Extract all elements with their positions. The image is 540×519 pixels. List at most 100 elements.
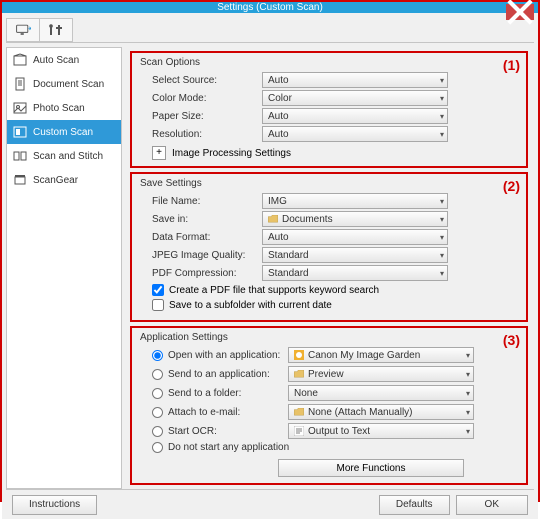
pdf-compression-label: PDF Compression: [152,268,262,279]
tools-icon [48,23,64,37]
close-icon [506,0,534,26]
more-functions-button[interactable]: More Functions [278,459,464,477]
jpeg-quality-label: JPEG Image Quality: [152,250,262,261]
start-ocr-radio[interactable] [152,426,163,437]
chevron-down-icon: ▾ [440,112,444,121]
resolution-label: Resolution: [152,129,262,140]
subfolder-label: Save to a subfolder with current date [169,300,332,311]
send-to-app-dropdown[interactable]: Preview ▾ [288,366,474,382]
do-not-start-label: Do not start any application [168,442,289,453]
app-icon [294,350,304,360]
window-title: Settings (Custom Scan) [217,2,323,13]
scan-options-title: Scan Options [140,57,520,68]
text-icon [294,426,304,436]
custom-scan-icon [13,125,27,139]
main-panel: (1) Scan Options Select Source: Auto▾ Co… [122,47,534,489]
close-button[interactable] [506,4,534,20]
color-mode-dropdown[interactable]: Color▾ [262,90,448,106]
attach-email-label: Attach to e-mail: [168,407,288,418]
chevron-down-icon: ▾ [440,215,444,224]
chevron-down-icon: ▾ [466,370,470,379]
application-settings-title: Application Settings [140,332,520,343]
open-with-app-radio[interactable] [152,350,163,361]
sidebar-item-label: Document Scan [33,79,104,90]
auto-scan-icon [13,53,27,67]
select-source-dropdown[interactable]: Auto▾ [262,72,448,88]
defaults-button[interactable]: Defaults [379,495,450,515]
send-to-folder-dropdown[interactable]: None▾ [288,385,474,401]
open-with-app-label: Open with an application: [168,350,288,361]
title-bar: Settings (Custom Scan) [2,2,538,13]
save-settings-title: Save Settings [140,178,520,189]
chevron-down-icon: ▾ [440,251,444,260]
sidebar-item-label: Scan and Stitch [33,151,103,162]
document-scan-icon [13,77,27,91]
pdf-compression-dropdown[interactable]: Standard▾ [262,265,448,281]
sidebar-item-scangear[interactable]: ScanGear [7,168,121,192]
send-to-folder-radio[interactable] [152,388,163,399]
keyword-search-label: Create a PDF file that supports keyword … [169,285,379,296]
start-ocr-dropdown[interactable]: Output to Text ▾ [288,423,474,439]
sidebar: Auto Scan Document Scan Photo Scan Custo… [6,47,122,489]
region-marker-1: (1) [503,57,520,73]
sidebar-item-label: Photo Scan [33,103,85,114]
open-with-app-dropdown[interactable]: Canon My Image Garden ▾ [288,347,474,363]
application-settings-group: (3) Application Settings Open with an ap… [130,326,528,485]
chevron-down-icon: ▾ [466,389,470,398]
top-tabs [6,17,534,43]
data-format-dropdown[interactable]: Auto▾ [262,229,448,245]
sidebar-item-custom-scan[interactable]: Custom Scan [7,120,121,144]
footer-bar: Instructions Defaults OK [6,489,534,519]
photo-scan-icon [13,101,27,115]
attach-email-radio[interactable] [152,407,163,418]
sidebar-item-label: Custom Scan [33,127,93,138]
folder-icon [294,408,304,416]
keyword-search-checkbox[interactable] [152,284,164,296]
chevron-down-icon: ▾ [440,197,444,206]
ok-button[interactable]: OK [456,495,528,515]
chevron-down-icon: ▾ [466,408,470,417]
region-marker-3: (3) [503,332,520,348]
region-marker-2: (2) [503,178,520,194]
instructions-button[interactable]: Instructions [12,495,97,515]
do-not-start-radio[interactable] [152,442,163,453]
save-in-label: Save in: [152,214,262,225]
start-ocr-label: Start OCR: [168,426,288,437]
scan-options-group: (1) Scan Options Select Source: Auto▾ Co… [130,51,528,168]
send-to-app-radio[interactable] [152,369,163,380]
sidebar-item-document-scan[interactable]: Document Scan [7,72,121,96]
settings-window: Settings (Custom Scan) Auto Scan Docu [0,0,540,502]
expand-icon: + [152,146,166,160]
tab-scan-from-computer[interactable] [6,18,40,42]
select-source-label: Select Source: [152,75,262,86]
scangear-icon [13,173,27,187]
image-processing-label: Image Processing Settings [172,148,291,159]
sidebar-item-photo-scan[interactable]: Photo Scan [7,96,121,120]
chevron-down-icon: ▾ [466,427,470,436]
chevron-down-icon: ▾ [440,269,444,278]
save-in-dropdown[interactable]: Documents ▾ [262,211,448,227]
send-to-folder-label: Send to a folder: [168,388,288,399]
attach-email-dropdown[interactable]: None (Attach Manually) ▾ [288,404,474,420]
data-format-label: Data Format: [152,232,262,243]
resolution-dropdown[interactable]: Auto▾ [262,126,448,142]
sidebar-item-scan-stitch[interactable]: Scan and Stitch [7,144,121,168]
image-processing-expander[interactable]: + Image Processing Settings [152,146,520,160]
file-name-label: File Name: [152,196,262,207]
monitor-icon [15,23,31,37]
chevron-down-icon: ▾ [440,94,444,103]
file-name-combo[interactable]: IMG▾ [262,193,448,209]
paper-size-label: Paper Size: [152,111,262,122]
paper-size-dropdown[interactable]: Auto▾ [262,108,448,124]
sidebar-item-auto-scan[interactable]: Auto Scan [7,48,121,72]
save-settings-group: (2) Save Settings File Name: IMG▾ Save i… [130,172,528,322]
folder-icon [268,215,278,223]
folder-icon [294,370,304,378]
stitch-icon [13,149,27,163]
chevron-down-icon: ▾ [440,76,444,85]
chevron-down-icon: ▾ [440,130,444,139]
chevron-down-icon: ▾ [466,351,470,360]
jpeg-quality-dropdown[interactable]: Standard▾ [262,247,448,263]
tab-general-settings[interactable] [39,18,73,42]
subfolder-checkbox[interactable] [152,299,164,311]
